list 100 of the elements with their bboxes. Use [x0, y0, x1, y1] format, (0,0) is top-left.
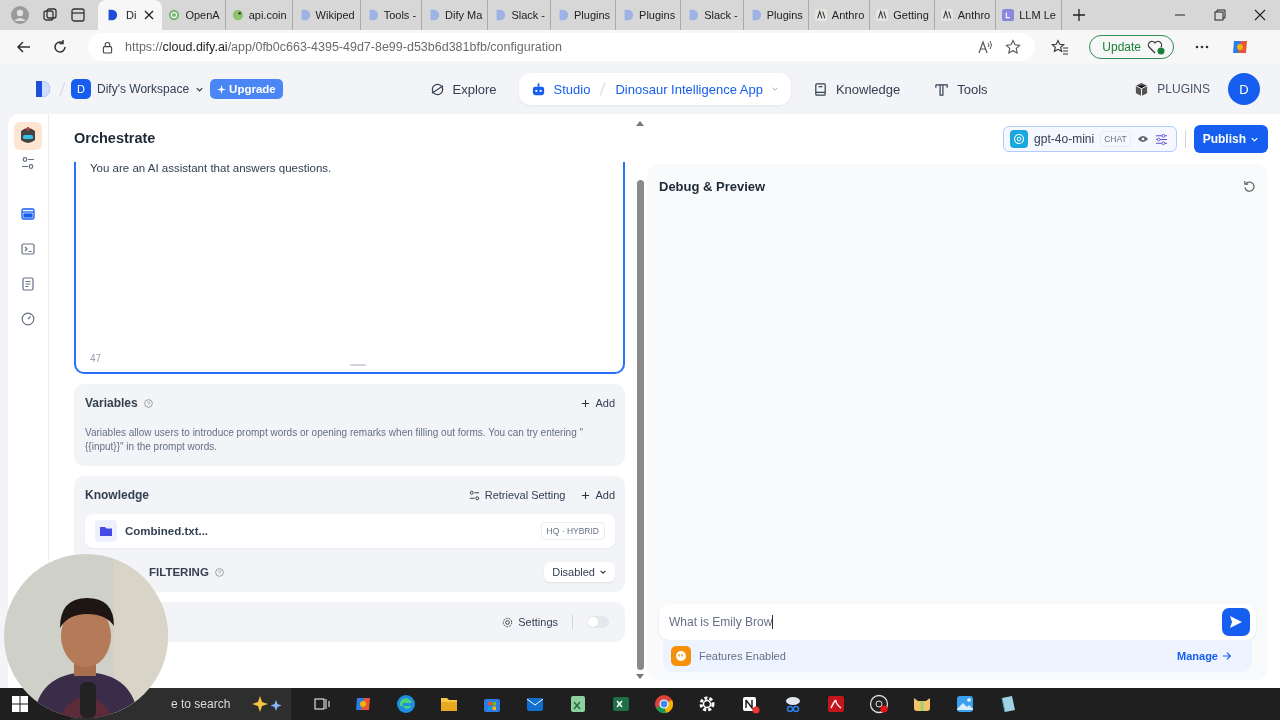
site-icon [622, 9, 635, 21]
refresh-icon[interactable] [52, 39, 68, 55]
site-icon [876, 9, 889, 21]
add-button[interactable]: Add [581, 397, 615, 409]
settings-icon[interactable] [697, 694, 717, 714]
site-icon [557, 9, 569, 21]
edge-icon[interactable] [396, 694, 416, 714]
panel-title: Knowledge [85, 488, 149, 502]
close-icon[interactable] [1254, 9, 1266, 21]
browser-tab[interactable]: Di [98, 0, 163, 30]
nav-tab[interactable]: Knowledge [800, 73, 913, 105]
settings-icon [502, 616, 514, 628]
send-button[interactable] [1222, 608, 1250, 636]
spreadsheet-icon[interactable] [611, 694, 631, 714]
document-icon[interactable] [21, 277, 35, 291]
book-icon [812, 81, 828, 97]
plus-icon [581, 398, 591, 408]
panel-title: Variables [85, 396, 138, 410]
site-icon [687, 9, 700, 21]
site-icon [106, 9, 118, 21]
notepad-icon[interactable] [998, 694, 1018, 714]
reset-icon[interactable] [1243, 179, 1256, 193]
scroll-up-icon[interactable] [636, 120, 644, 126]
pdf-icon[interactable] [826, 694, 846, 714]
site-icon [814, 9, 827, 21]
photos-icon[interactable] [955, 694, 975, 714]
panel-title: FILTERING [149, 566, 209, 578]
cube-icon [1134, 81, 1150, 97]
eye-icon [1136, 134, 1149, 144]
resize-handle[interactable] [349, 364, 366, 366]
toggle-switch[interactable] [587, 616, 609, 628]
swirl-icon [1010, 130, 1029, 148]
heart-icon [1147, 39, 1165, 55]
back-icon[interactable] [16, 39, 32, 55]
compass-icon [429, 81, 445, 97]
manage-link[interactable]: Manage [1171, 649, 1238, 663]
features-status: Features Enabled [699, 650, 786, 662]
nav-tab[interactable]: Studio Dinosaur Intelligence App [518, 73, 791, 105]
restore-icon[interactable] [1214, 9, 1226, 21]
nav-tab[interactable]: Explore [417, 73, 509, 105]
new-tab-icon[interactable] [1071, 8, 1086, 22]
start-icon[interactable] [12, 696, 28, 712]
user-avatar[interactable]: D [1228, 73, 1260, 105]
lock-icon [102, 40, 113, 54]
metadata-filter-dropdown[interactable]: Disabled [544, 562, 615, 582]
sliders-icon [468, 489, 480, 501]
plus-icon [581, 490, 591, 500]
scrollbar-thumb[interactable] [636, 180, 644, 670]
character-count: 47 [90, 353, 103, 364]
scroll-down-icon[interactable] [636, 674, 644, 680]
quote-icon [671, 646, 691, 666]
retrieval-badge: HQ · HYBRID [540, 522, 605, 540]
tools-icon [934, 81, 950, 97]
nav-tab[interactable]: Tools [922, 73, 1000, 105]
mode-badge: CHAT [1100, 131, 1131, 147]
task-view-icon[interactable] [314, 696, 330, 712]
tab-actions-icon[interactable] [70, 7, 86, 23]
site-icon [940, 9, 953, 21]
notes-icon[interactable] [740, 694, 760, 714]
settings-button[interactable]: Settings [502, 616, 558, 628]
section-title: Orchestrate [74, 130, 156, 146]
workspaces-icon[interactable] [42, 7, 58, 23]
logo-icon[interactable] [34, 79, 50, 99]
sparkle-icon [217, 84, 227, 94]
recorder-icon[interactable] [869, 694, 889, 714]
snipping-icon[interactable] [783, 694, 803, 714]
site-icon [231, 9, 244, 21]
plugins-button[interactable]: PLUGINS [1134, 81, 1210, 97]
sliders-icon[interactable] [21, 156, 35, 170]
arrow-right-icon [1222, 651, 1232, 661]
favorites-icon[interactable] [1051, 39, 1070, 55]
folder-icon [95, 520, 117, 542]
model-selector[interactable]: gpt-4o-mini CHAT [1003, 126, 1177, 152]
star-icon[interactable] [1005, 39, 1022, 55]
publish-button[interactable]: Publish [1193, 125, 1268, 153]
prompt-editor[interactable]: You are an AI assistant that answers questions. 47 [74, 162, 625, 374]
window-icon[interactable] [21, 207, 35, 221]
gauge-icon[interactable] [21, 312, 35, 326]
app-icon [14, 122, 42, 150]
close-icon[interactable] [144, 10, 155, 20]
send-icon [1229, 615, 1243, 629]
knowledge-item[interactable]: Combined.txt... HQ · HYBRID [85, 514, 615, 548]
site-icon [168, 9, 181, 21]
terminal-icon[interactable] [21, 242, 35, 256]
variables-description: Variables allow users to introduce prompt words or opening remarks when filling out forms. You can try entering "{{input}}" in the prompt words. [85, 426, 585, 454]
panel-title: Debug & Preview [659, 178, 766, 194]
sliders-icon[interactable] [1154, 132, 1168, 146]
workspace-selector[interactable]: D Dify's Workspace [71, 79, 205, 99]
add-button[interactable]: Add [581, 489, 615, 501]
spreadsheet-icon[interactable] [568, 694, 588, 714]
site-icon [1002, 9, 1015, 21]
retrieval-setting-button[interactable]: Retrieval Setting [468, 489, 566, 501]
address-bar[interactable]: https://cloud.dify.ai/app/0fb0c663-4395-49d7-8e99-d53b6d381bfb/configuration [88, 33, 1036, 61]
chrome-icon[interactable] [654, 694, 674, 714]
robot-icon [530, 81, 546, 97]
read-aloud-icon[interactable] [977, 39, 994, 55]
site-icon [494, 9, 507, 21]
chevron-down-icon [770, 85, 779, 93]
chat-input[interactable]: What is Emily Brow [659, 604, 1256, 640]
chevron-down-icon [599, 568, 607, 576]
